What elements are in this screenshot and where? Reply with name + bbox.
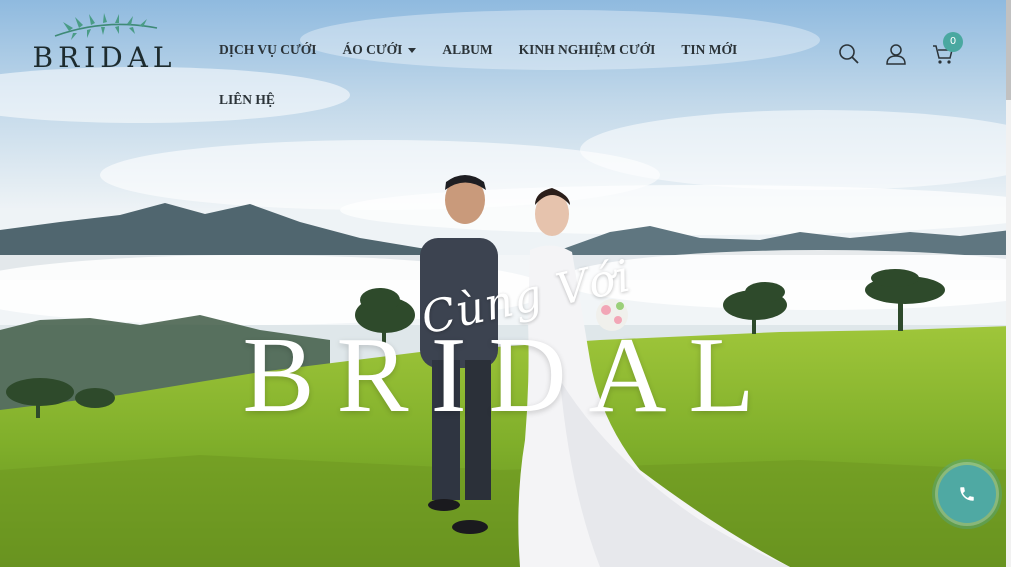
call-button[interactable] (932, 459, 1002, 529)
brand-logo[interactable]: BRIDAL (32, 12, 177, 82)
nav-item-album[interactable]: ALBUM (429, 36, 505, 64)
nav-item-ao-cuoi[interactable]: ÁO CƯỚI (330, 36, 430, 64)
nav-item-lien-he[interactable]: LIÊN HỆ (206, 86, 288, 114)
nav-item-label: KINH NGHIỆM CƯỚI (518, 42, 656, 57)
nav-item-label: LIÊN HỆ (219, 92, 275, 107)
phone-icon (960, 487, 974, 501)
nav-item-dich-vu-cuoi[interactable]: DỊCH VỤ CƯỚI (206, 36, 330, 64)
header-actions: 0 (837, 32, 963, 66)
nav-item-tin-moi[interactable]: TIN MỚI (668, 36, 750, 64)
call-button-inner[interactable] (938, 465, 996, 523)
search-icon (839, 44, 859, 64)
caret-down-icon (408, 48, 417, 53)
main-nav: DỊCH VỤ CƯỚI ÁO CƯỚI ALBUM KINH NGHIỆM C… (206, 36, 766, 114)
logo-text: BRIDAL (32, 41, 177, 74)
cart-button[interactable]: 0 (931, 32, 963, 66)
nav-item-label: ALBUM (442, 42, 493, 57)
nav-item-label: ÁO CƯỚI (342, 42, 403, 57)
search-button[interactable] (837, 42, 861, 66)
nav-item-label: TIN MỚI (681, 42, 738, 57)
nav-item-kinh-nghiem-cuoi[interactable]: KINH NGHIỆM CƯỚI (506, 36, 669, 64)
site-header: BRIDAL DỊCH VỤ CƯỚI ÁO CƯỚI ALBUM KINH N… (0, 0, 1011, 122)
hero-title: BRIDAL (242, 316, 777, 435)
account-button[interactable] (884, 42, 908, 66)
leaf-logo-icon (54, 13, 157, 40)
cart-count-badge: 0 (943, 32, 963, 52)
user-icon (886, 44, 906, 65)
nav-item-label: DỊCH VỤ CƯỚI (219, 42, 317, 57)
